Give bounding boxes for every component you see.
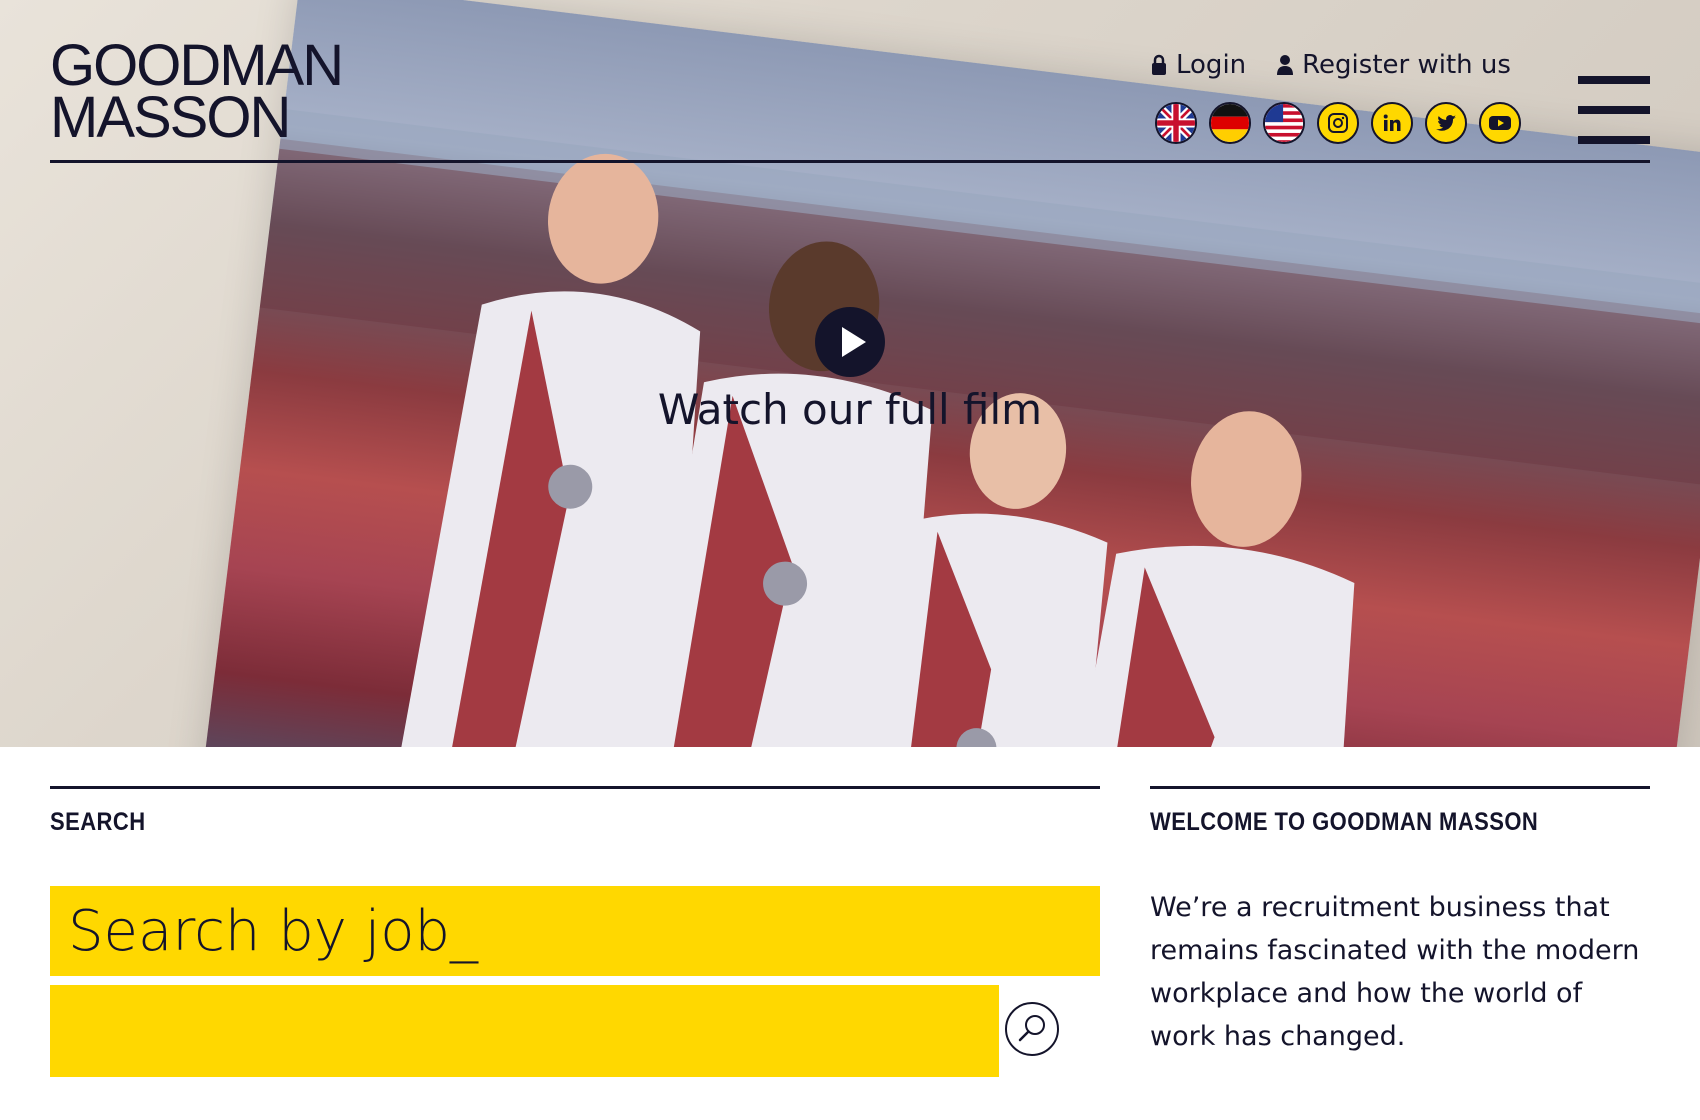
lock-icon (1152, 54, 1166, 75)
youtube-icon[interactable] (1479, 102, 1521, 144)
search-section-divider (50, 786, 1100, 789)
register-label: Register with us (1302, 50, 1511, 80)
search-prompt: Search by job_ (68, 898, 479, 964)
header-divider (50, 160, 1650, 163)
menu-bar (1578, 106, 1650, 114)
play-video-button[interactable] (815, 307, 885, 377)
account-links: Login Register with us (1150, 50, 1511, 80)
twitter-icon[interactable] (1425, 102, 1467, 144)
welcome-heading: WELCOME TO GOODMAN MASSON (1150, 808, 1539, 836)
search-icon (1018, 1015, 1045, 1042)
watch-film-label: Watch our full film (657, 385, 1043, 434)
watch-film-link[interactable]: Watch our full film (0, 385, 1700, 434)
welcome-body: We’re a recruitment business that remain… (1150, 892, 1640, 1052)
hamburger-menu-icon[interactable] (1578, 76, 1650, 144)
germany-flag-icon[interactable] (1209, 102, 1251, 144)
search-heading: SEARCH (50, 808, 146, 836)
location-search-input[interactable] (50, 985, 999, 1077)
search-submit-button[interactable] (1005, 1002, 1059, 1056)
menu-bar (1578, 136, 1650, 144)
job-search-field[interactable]: Search by job_ (50, 886, 1100, 976)
instagram-icon[interactable] (1317, 102, 1359, 144)
hero-video-banner: GOODMAN MASSON Login Register with us Wa… (0, 0, 1700, 747)
menu-bar (1578, 76, 1650, 84)
language-and-social-links (1155, 102, 1521, 144)
login-label: Login (1176, 50, 1247, 80)
logo-line-2: MASSON (50, 85, 291, 150)
register-link[interactable]: Register with us (1276, 50, 1511, 80)
usa-flag-icon[interactable] (1263, 102, 1305, 144)
linkedin-icon[interactable] (1371, 102, 1413, 144)
goodman-masson-logo[interactable]: GOODMAN MASSON (50, 37, 344, 150)
user-icon (1277, 55, 1294, 75)
login-link[interactable]: Login (1150, 50, 1246, 80)
uk-flag-icon[interactable] (1155, 102, 1197, 144)
welcome-section-divider (1150, 786, 1650, 789)
